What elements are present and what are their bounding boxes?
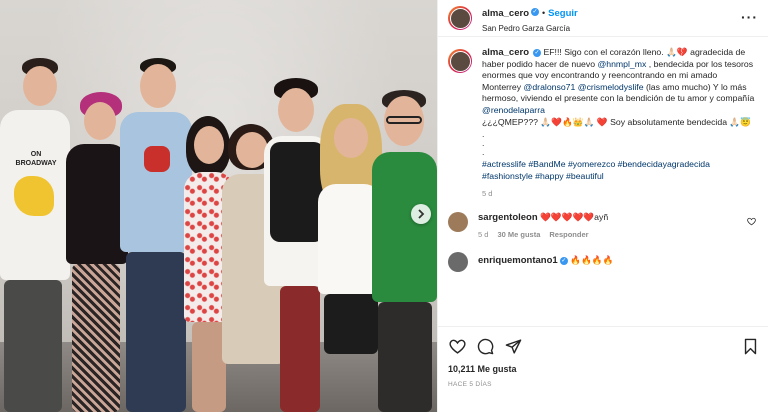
comment-text: ❤️❤️❤️❤️❤️ayñ [540, 211, 609, 222]
comment-icon [477, 338, 493, 354]
mention-link[interactable]: @dralonso71 [524, 82, 576, 92]
author-avatar[interactable] [448, 6, 472, 30]
caption-username[interactable]: alma_cero [482, 47, 529, 58]
comment-text: 🔥🔥🔥🔥 [570, 254, 614, 265]
comment-item: enriquemontano1 ✓ 🔥🔥🔥🔥 [438, 251, 768, 272]
verified-badge-icon: ✓ [531, 7, 540, 16]
commenter-avatar[interactable] [448, 211, 468, 232]
commenter-avatar[interactable] [448, 251, 468, 272]
follow-button[interactable]: Seguir [548, 8, 578, 19]
commenter-username[interactable]: sargentoleon [478, 212, 538, 223]
post-actions: 10,211 Me gusta HACE 5 DÍAS [438, 326, 768, 388]
mention-link[interactable]: @renodelaparra [482, 105, 545, 115]
verified-badge-icon: ✓ [559, 256, 568, 265]
comment-age: 5 d [478, 229, 489, 239]
heart-icon [448, 339, 466, 354]
next-photo-button[interactable] [411, 204, 431, 224]
like-button[interactable] [448, 337, 466, 355]
save-button[interactable] [741, 337, 759, 355]
comment-likes[interactable]: 30 Me gusta [497, 230, 540, 239]
caption-age: 5 d [482, 189, 493, 199]
author-username[interactable]: alma_cero [482, 8, 529, 19]
post-location[interactable]: San Pedro Garza García [482, 24, 578, 33]
post-side-panel: alma_cero ✓ • Seguir San Pedro Garza García… [437, 0, 768, 412]
caption-text: ¿¿¿QMEP??? 🙏🏻❤️🔥👑🙏🏻 ❤️ Soy absolutamente… [482, 116, 752, 127]
person-glasses [372, 90, 437, 412]
send-icon [505, 338, 521, 354]
instagram-post: ON BROADWAY alma_cero ✓ • Seguir San Ped… [0, 0, 768, 412]
heart-outline-icon [747, 217, 756, 226]
share-button[interactable] [504, 337, 522, 355]
post-timestamp: HACE 5 DÍAS [448, 381, 492, 388]
reply-button[interactable]: Responder [549, 230, 588, 239]
bookmark-icon [744, 338, 756, 354]
post-photo[interactable]: ON BROADWAY [0, 0, 437, 412]
likes-count[interactable]: 10,211 Me gusta [448, 364, 759, 374]
chevron-right-icon [418, 209, 425, 219]
hashtag-links[interactable]: #actresslife #BandMe #yomerezco #bendeci… [482, 159, 758, 182]
caption-dots: . . . [482, 129, 485, 158]
mention-link[interactable]: @hnmpl_mx [597, 59, 646, 69]
post-caption: alma_cero ✓ EF!!! Sigo con el corazón lle… [438, 37, 768, 200]
separator-dot: • [542, 8, 546, 18]
verified-badge-icon: ✓ [533, 48, 542, 57]
comment-item: sargentoleon ❤️❤️❤️❤️❤️ayñ 5 d 30 Me gust… [438, 211, 768, 240]
more-options-icon[interactable]: ··· [741, 9, 758, 25]
like-comment-icon[interactable] [747, 217, 756, 228]
mention-link[interactable]: @crismelodyslife [578, 82, 644, 92]
shirt-print: ON BROADWAY [15, 151, 57, 167]
caption-avatar[interactable] [448, 49, 472, 73]
commenter-username[interactable]: enriquemontano1 [478, 255, 558, 266]
post-header: alma_cero ✓ • Seguir San Pedro Garza García… [438, 0, 768, 37]
comment-button[interactable] [476, 337, 494, 355]
